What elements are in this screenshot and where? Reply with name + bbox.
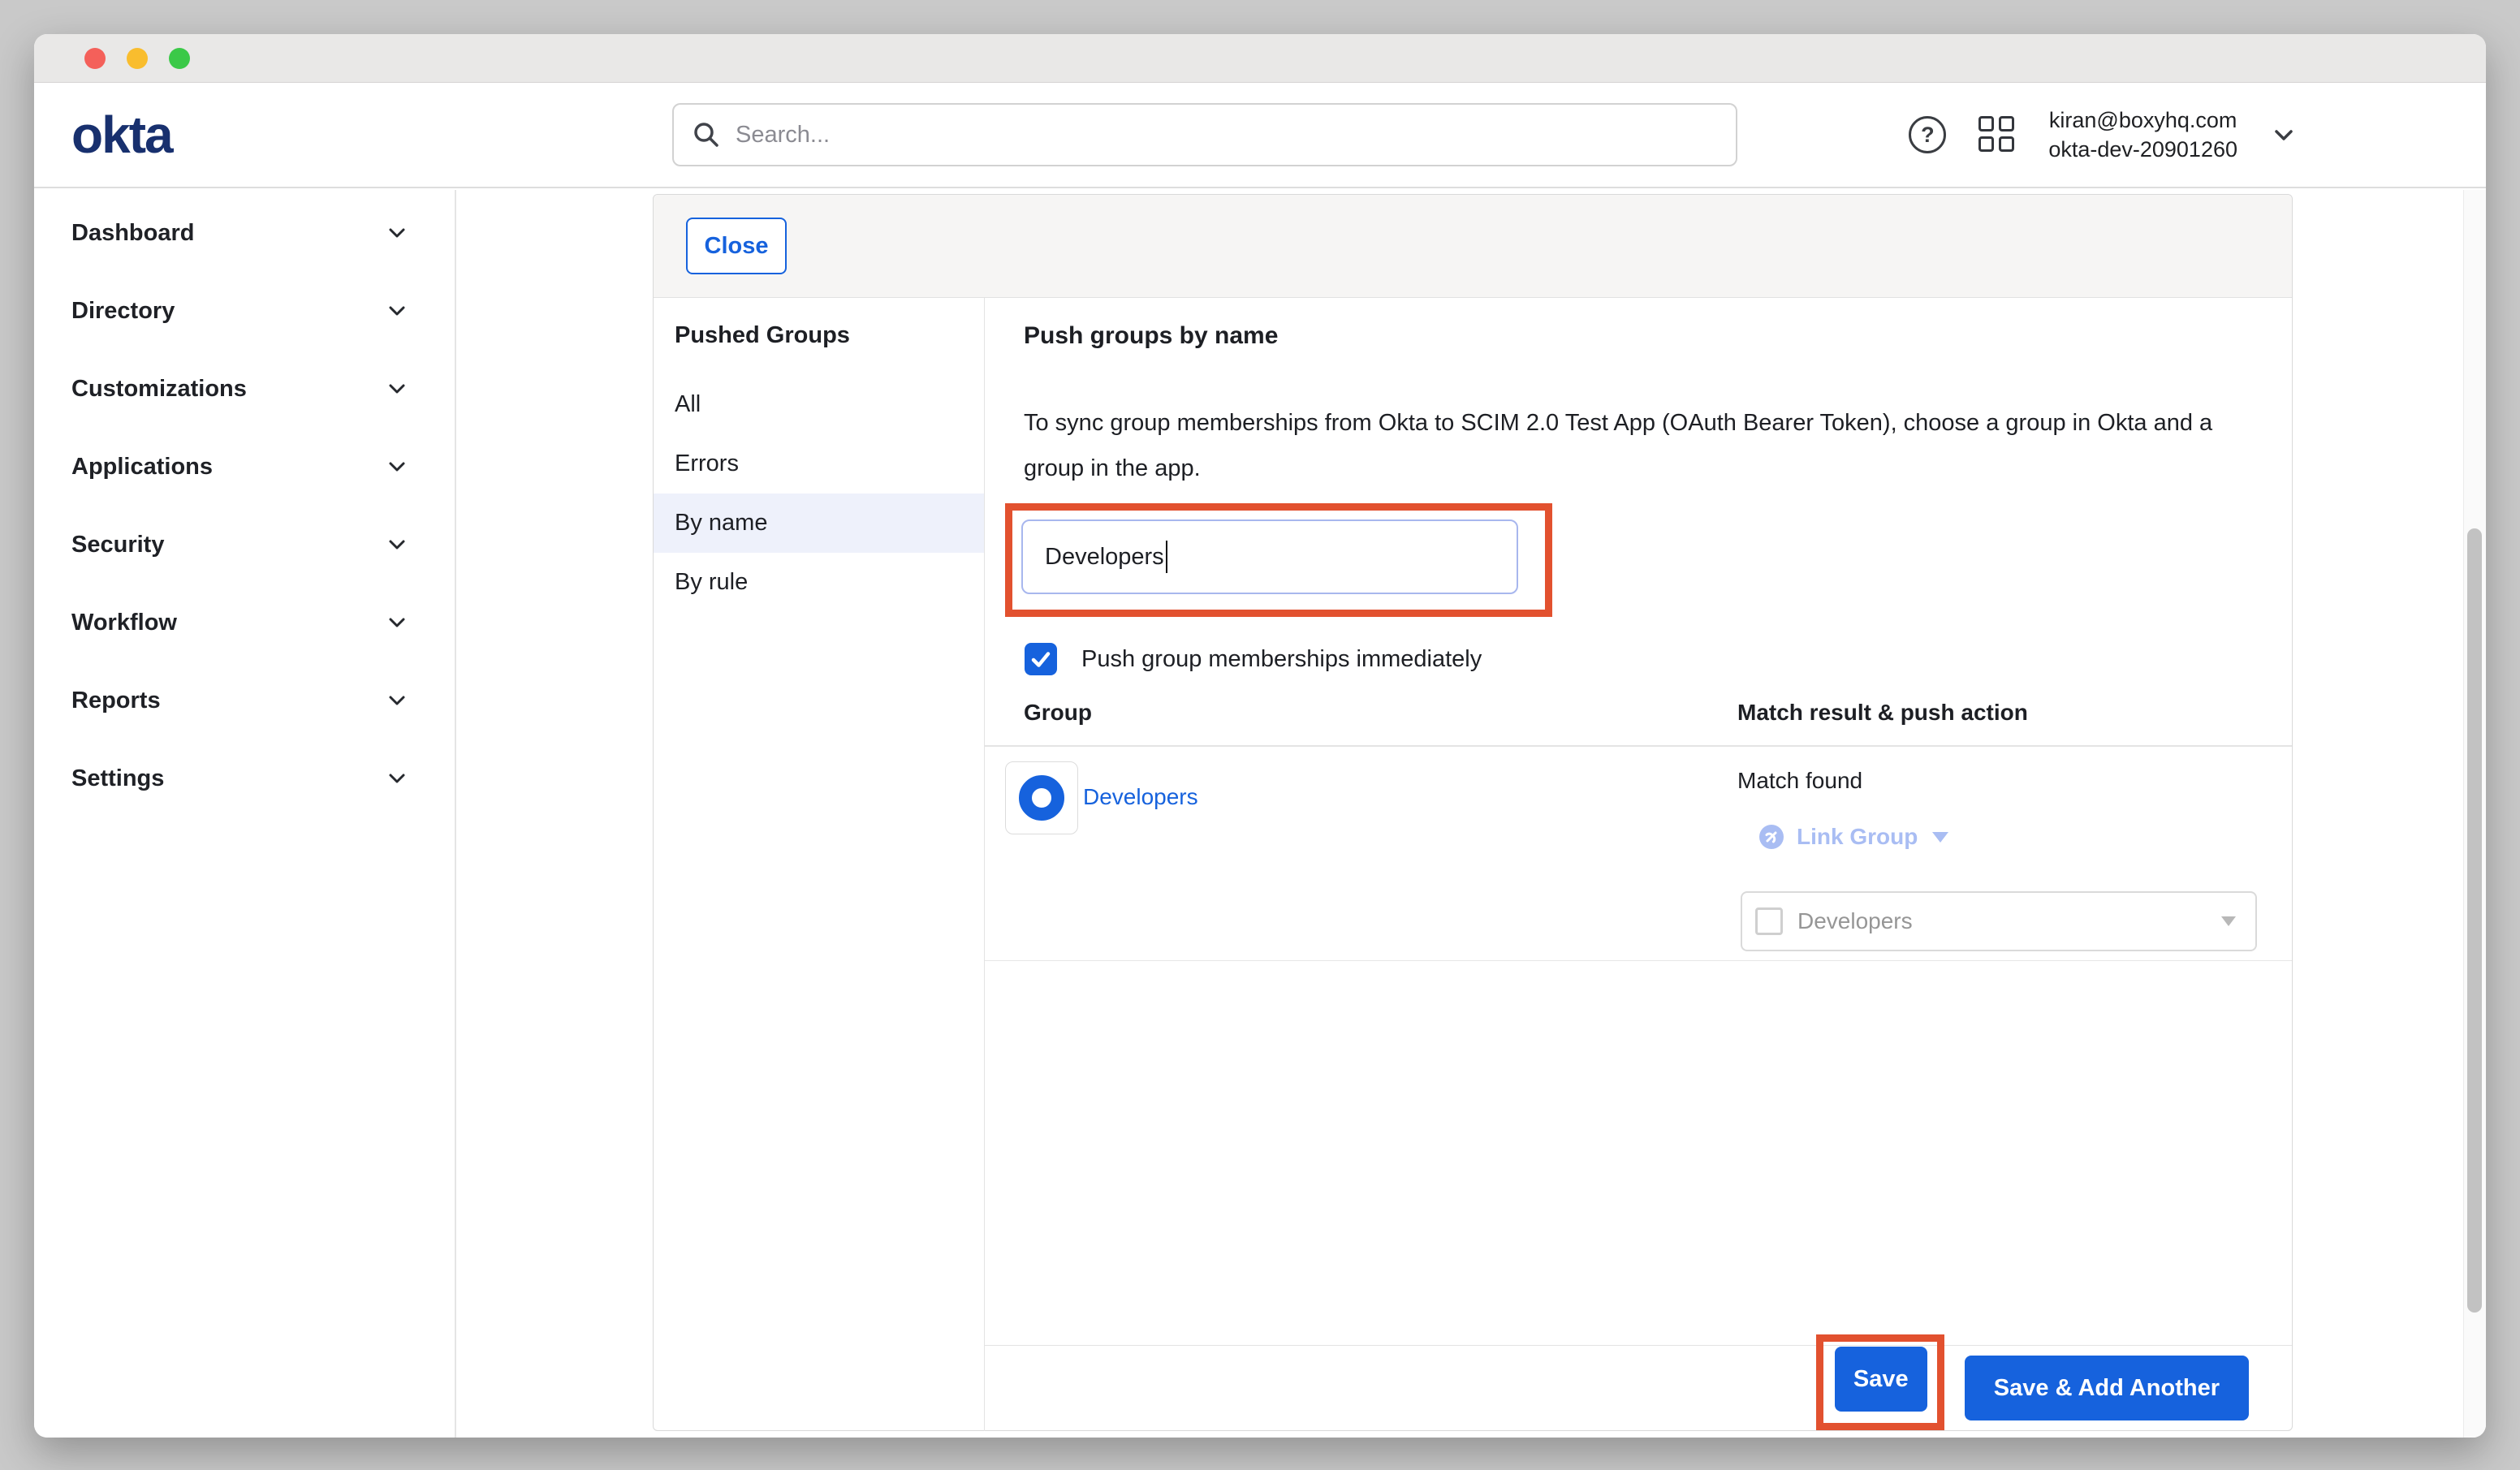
sidebar-item-settings[interactable]: Settings [34, 739, 455, 817]
minimize-window-button[interactable] [127, 48, 148, 69]
page-title: Push groups by name [1024, 322, 1278, 350]
grid-square [1999, 116, 2014, 131]
sidebar-item-label: Reports [71, 688, 161, 714]
app-window: okta ? kiran@boxyhq.com okta-dev-2090126… [34, 34, 2486, 1438]
annotation-highlight-input: Developers [1005, 503, 1552, 617]
app-switcher-icon[interactable] [1978, 116, 2016, 153]
chevron-down-icon [385, 377, 409, 401]
dialog-header: Close [654, 195, 2292, 298]
checkmark-icon [1029, 648, 1052, 670]
main-content-area: Close Pushed Groups All Errors By name B… [456, 190, 2486, 1438]
nav-item-by-rule[interactable]: By rule [654, 553, 984, 612]
chevron-down-icon [385, 532, 409, 557]
account-email: kiran@boxyhq.com [2048, 106, 2237, 135]
sidebar-item-label: Security [71, 532, 164, 558]
sidebar-item-label: Directory [71, 298, 175, 325]
dropdown-caret-icon [2221, 916, 2236, 926]
okta-logo: okta [71, 105, 172, 165]
sidebar-item-directory[interactable]: Directory [34, 272, 455, 350]
sidebar-item-reports[interactable]: Reports [34, 662, 455, 739]
pushed-groups-nav: Pushed Groups All Errors By name By rule [654, 298, 985, 1431]
search-icon [692, 120, 721, 149]
link-group-caret-icon [1932, 832, 1948, 843]
grid-square [1978, 136, 1994, 152]
sidebar-item-workflow[interactable]: Workflow [34, 584, 455, 662]
chevron-down-icon [385, 455, 409, 479]
group-name-input-value: Developers [1045, 544, 1164, 571]
table-row: Developers Match found Link Group [985, 747, 2292, 961]
description-text: To sync group memberships from Okta to S… [1024, 400, 2233, 491]
column-match-result: Match result & push action [1737, 700, 2028, 726]
match-status-text: Match found [1737, 768, 1862, 794]
chevron-down-icon [385, 688, 409, 713]
group-name-input[interactable]: Developers [1021, 519, 1518, 594]
vertical-scrollbar-thumb[interactable] [2467, 528, 2482, 1313]
push-immediately-checkbox[interactable] [1025, 643, 1057, 675]
account-org: okta-dev-20901260 [2048, 135, 2237, 164]
link-icon [1758, 823, 1785, 851]
target-group-value: Developers [1797, 908, 2207, 934]
sidebar-item-label: Settings [71, 765, 164, 792]
save-add-another-button[interactable]: Save & Add Another [1965, 1356, 2249, 1420]
close-button[interactable]: Close [686, 218, 787, 274]
push-groups-dialog: Close Pushed Groups All Errors By name B… [653, 194, 2293, 1431]
window-titlebar [34, 34, 2486, 83]
group-placeholder-icon [1755, 907, 1783, 935]
push-immediately-row: Push group memberships immediately [1025, 643, 1482, 675]
global-search[interactable] [672, 103, 1737, 166]
sidebar-item-customizations[interactable]: Customizations [34, 350, 455, 428]
app-header: okta ? kiran@boxyhq.com okta-dev-2090126… [34, 83, 2486, 188]
sidebar-item-label: Workflow [71, 610, 177, 636]
zoom-window-button[interactable] [169, 48, 190, 69]
search-input[interactable] [734, 121, 1627, 149]
sidebar-item-label: Applications [71, 454, 213, 481]
sidebar-item-dashboard[interactable]: Dashboard [34, 194, 455, 272]
link-group-action[interactable]: Link Group [1758, 823, 1948, 851]
grid-square [1999, 136, 2014, 152]
account-chevron-down-icon[interactable] [2270, 121, 2298, 149]
nav-item-by-name[interactable]: By name [654, 494, 984, 553]
nav-item-all[interactable]: All [654, 375, 984, 434]
nav-item-errors[interactable]: Errors [654, 434, 984, 494]
annotation-highlight-save: Save [1816, 1334, 1944, 1430]
text-cursor [1166, 541, 1167, 573]
account-menu[interactable]: kiran@boxyhq.com okta-dev-20901260 [2048, 106, 2237, 164]
sidebar-nav: Dashboard Directory Customizations Appli… [34, 190, 456, 1438]
group-avatar-card [1005, 761, 1078, 834]
vertical-scrollbar-track[interactable] [2463, 190, 2486, 1438]
dialog-footer: Save Save & Add Another [985, 1345, 2292, 1431]
column-group: Group [1024, 700, 1092, 726]
group-circle-icon [1019, 775, 1064, 821]
link-group-label: Link Group [1797, 824, 1918, 850]
group-name-link[interactable]: Developers [1083, 784, 1198, 810]
push-immediately-label: Push group memberships immediately [1081, 646, 1482, 673]
grid-square [1978, 116, 1994, 131]
sidebar-item-security[interactable]: Security [34, 506, 455, 584]
save-button[interactable]: Save [1835, 1347, 1927, 1412]
chevron-down-icon [385, 299, 409, 323]
close-window-button[interactable] [84, 48, 106, 69]
header-right-cluster: ? kiran@boxyhq.com okta-dev-20901260 [1909, 83, 2298, 187]
sidebar-item-label: Customizations [71, 376, 247, 403]
chevron-down-icon [385, 610, 409, 635]
chevron-down-icon [385, 766, 409, 791]
help-icon[interactable]: ? [1909, 116, 1946, 153]
target-group-dropdown[interactable]: Developers [1741, 891, 2257, 951]
chevron-down-icon [385, 221, 409, 245]
dialog-content: Push groups by name To sync group member… [985, 298, 2292, 1431]
table-header: Group Match result & push action [985, 693, 2292, 747]
sidebar-item-label: Dashboard [71, 220, 194, 247]
sidebar-item-applications[interactable]: Applications [34, 428, 455, 506]
pushed-groups-title: Pushed Groups [675, 322, 984, 349]
